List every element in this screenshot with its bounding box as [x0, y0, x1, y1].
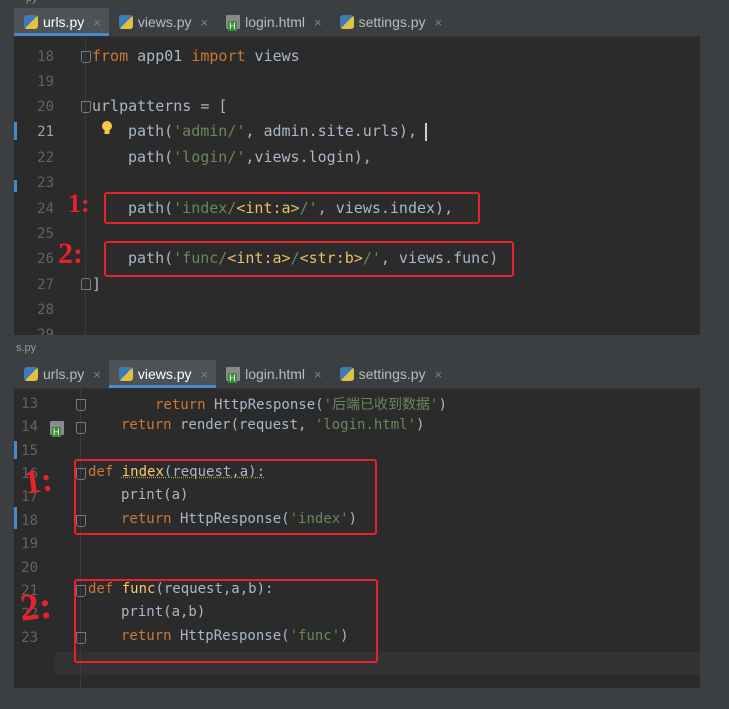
text-cursor	[425, 123, 427, 141]
fold-icon[interactable]	[81, 278, 91, 290]
code-line: path('admin/', admin.site.urls),	[128, 122, 417, 140]
tab-login-html[interactable]: login.html ×	[216, 360, 330, 388]
fold-icon[interactable]	[76, 399, 86, 411]
annotation-label: 1:	[21, 461, 55, 502]
code-line: from app01 import views	[92, 47, 300, 65]
annotation-label: 1:	[68, 189, 90, 218]
bottom-title-fragment: s.py	[16, 342, 37, 354]
code-line: return HttpResponse('后端已收到数据')	[155, 397, 447, 413]
tab-label: login.html	[245, 366, 306, 382]
code-editor[interactable]: 18 19 20 21 22 23 24 25 26 27 28 29 from…	[14, 37, 700, 335]
highlight-box	[74, 459, 377, 535]
close-icon[interactable]: ×	[435, 15, 443, 30]
tab-settings-py[interactable]: settings.py ×	[330, 8, 451, 36]
vertical-scrollbar[interactable]	[701, 8, 729, 688]
views-editor-panel: urls.py × views.py × login.html × settin…	[14, 360, 700, 688]
code-line: urlpatterns = [	[92, 97, 228, 115]
tab-label: urls.py	[43, 14, 85, 30]
python-file-icon	[118, 15, 133, 29]
line-number: 24	[37, 201, 54, 217]
line-number: 22	[37, 150, 54, 166]
annotation-label: 2:	[58, 237, 83, 270]
fold-icon[interactable]	[81, 51, 91, 63]
fold-icon[interactable]	[81, 101, 91, 113]
close-icon[interactable]: ×	[93, 15, 101, 30]
close-icon[interactable]: ×	[201, 15, 209, 30]
tab-login-html[interactable]: login.html ×	[216, 8, 330, 36]
line-number: 23	[37, 175, 54, 191]
editor-tab-bar: urls.py × views.py × login.html × settin…	[14, 360, 700, 389]
fold-icon[interactable]	[76, 422, 86, 434]
python-file-icon	[24, 15, 38, 29]
tab-label: settings.py	[358, 14, 426, 30]
python-file-icon	[339, 367, 354, 381]
line-number: 26	[37, 251, 54, 267]
tab-urls-py[interactable]: urls.py ×	[14, 360, 109, 388]
line-number: 14	[21, 419, 38, 435]
line-number: 19	[21, 536, 38, 552]
line-number: 27	[37, 277, 54, 293]
urls-editor-panel: urls.py × views.py × login.html × settin…	[14, 8, 700, 335]
line-number: 18	[37, 49, 54, 65]
tab-label: views.py	[137, 366, 192, 382]
line-number: 15	[21, 443, 38, 459]
tab-urls-py[interactable]: urls.py ×	[14, 8, 109, 36]
code-line: return render(request, 'login.html')	[121, 417, 425, 433]
line-number: 21	[37, 124, 54, 140]
line-number: 28	[37, 302, 54, 318]
python-file-icon	[339, 15, 354, 29]
annotation-label: 2:	[17, 584, 54, 630]
tab-views-py[interactable]: views.py ×	[109, 8, 216, 36]
highlight-box	[74, 579, 378, 663]
top-title-fragment: py	[26, 0, 38, 4]
line-number: 13	[21, 396, 38, 412]
html-file-icon	[226, 15, 241, 31]
close-icon[interactable]: ×	[435, 367, 443, 382]
highlight-box	[104, 192, 480, 224]
tab-label: settings.py	[358, 366, 426, 382]
code-editor[interactable]: 13 14 15 16 17 18 19 20 21 22 23 return …	[14, 389, 700, 688]
html-file-icon[interactable]	[50, 421, 64, 437]
highlight-box	[104, 241, 514, 277]
line-number: 20	[21, 560, 38, 576]
code-line: ]	[92, 275, 102, 293]
line-number: 29	[37, 327, 54, 335]
editor-tab-bar: urls.py × views.py × login.html × settin…	[14, 8, 700, 37]
lightbulb-icon[interactable]	[101, 121, 113, 135]
close-icon[interactable]: ×	[314, 15, 322, 30]
python-file-icon	[118, 367, 133, 381]
close-icon[interactable]: ×	[93, 367, 101, 382]
line-number: 20	[37, 99, 54, 115]
tab-label: urls.py	[43, 366, 85, 382]
line-number: 18	[21, 513, 38, 529]
line-number: 19	[37, 74, 54, 90]
tab-label: views.py	[137, 14, 192, 30]
tab-settings-py[interactable]: settings.py ×	[330, 360, 451, 388]
html-file-icon	[226, 367, 241, 383]
code-line: path('login/',views.login),	[128, 148, 372, 166]
line-number: 25	[37, 226, 54, 242]
python-file-icon	[24, 367, 38, 381]
close-icon[interactable]: ×	[201, 367, 209, 382]
close-icon[interactable]: ×	[314, 367, 322, 382]
tab-views-py[interactable]: views.py ×	[108, 360, 217, 388]
line-number: 23	[21, 630, 38, 646]
tab-label: login.html	[245, 14, 306, 30]
